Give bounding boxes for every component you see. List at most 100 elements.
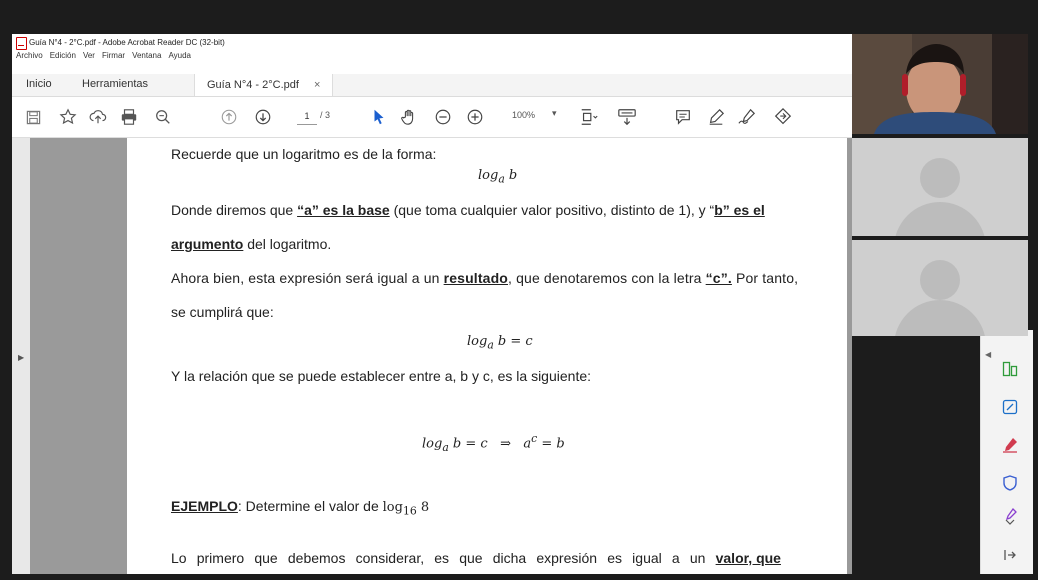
more-tools-icon[interactable]: [1001, 508, 1019, 526]
pdf-page: Recuerde que un logaritmo es de la forma…: [127, 138, 847, 574]
p2-arg-emphasis: b” es el: [714, 202, 765, 218]
p4-letter-c: “c”.: [705, 270, 732, 286]
paragraph-1: Recuerde que un logaritmo es de la forma…: [171, 146, 437, 162]
sign-icon[interactable]: [736, 106, 758, 128]
page-total: / 3: [320, 110, 331, 120]
menu-firmar[interactable]: Firmar: [102, 51, 125, 63]
pdf-app-icon: [16, 37, 27, 50]
fill-sign-icon[interactable]: [1001, 436, 1019, 454]
print-icon[interactable]: [118, 106, 140, 128]
menu-archivo[interactable]: Archivo: [16, 51, 43, 63]
title-bar: Guía N°4 - 2°C.pdf - Adobe Acrobat Reade…: [12, 34, 852, 52]
document-viewer[interactable]: ▶ Recuerde que un logaritmo es de la for…: [12, 138, 852, 574]
select-cursor-icon[interactable]: [368, 106, 390, 128]
avatar-head-icon: [920, 260, 960, 300]
tab-bar: Inicio Herramientas Guía N°4 - 2°C.pdf ×: [12, 74, 852, 97]
p2-text-a: Donde diremos que “a” es la base (que to…: [171, 202, 765, 218]
menu-ventana[interactable]: Ventana: [132, 51, 161, 63]
star-icon[interactable]: [57, 106, 79, 128]
page-fit-icon[interactable]: [578, 106, 600, 128]
formula-3-middle: b = c ⇒ a: [448, 436, 532, 452]
avatar-body-icon: [894, 202, 986, 236]
keyboard-tool-icon[interactable]: [616, 106, 638, 128]
menu-bar: Archivo Edición Ver Firmar Ventana Ayuda: [12, 51, 191, 63]
paragraph-7: Lo primero que debemos considerar, es qu…: [171, 550, 781, 566]
search-icon[interactable]: [152, 106, 174, 128]
avatar-head-icon: [920, 158, 960, 198]
p7-word: debemos: [287, 550, 346, 566]
formula-log-form: loga b: [478, 168, 517, 186]
save-icon[interactable]: [22, 106, 44, 128]
edit-pdf-icon[interactable]: [1001, 398, 1019, 416]
p7-word: dicha: [492, 550, 527, 566]
collapse-pane-icon[interactable]: ◀: [985, 350, 991, 359]
p4-part-e: Por tanto,: [731, 270, 799, 286]
formula-1-arg: b: [504, 168, 518, 183]
example-arg: 8: [416, 500, 430, 515]
formula-2-rest: b = c: [493, 334, 533, 349]
example-formula: log16 8: [382, 500, 430, 518]
right-tools-pane: ◀: [980, 330, 1033, 574]
example-log: log: [382, 500, 403, 515]
example-base: 16: [402, 504, 417, 518]
organize-pages-icon[interactable]: [1001, 360, 1019, 378]
p7-word: un: [689, 550, 706, 566]
paragraph-3: argumento del logaritmo.: [171, 236, 331, 252]
participant-tile-1[interactable]: [852, 138, 1028, 236]
paragraph-2: Donde diremos que “a” es la base (que to…: [171, 202, 781, 218]
paragraph-6: Y la relación que se puede establecer en…: [171, 368, 592, 384]
menu-edicion[interactable]: Edición: [50, 51, 76, 63]
p2-part-c: (que toma cualquier valor positivo, dist…: [389, 202, 715, 218]
zoom-out-icon[interactable]: [432, 106, 454, 128]
expand-arrow-icon[interactable]: ▶: [18, 353, 24, 362]
p4-resultado: resultado: [443, 270, 508, 286]
formula-log-equals-c: loga b = c: [467, 334, 533, 352]
p7-word: es: [607, 550, 623, 566]
webcam-feed: [852, 34, 1028, 134]
avatar-body-icon: [894, 300, 986, 336]
share-tag-icon[interactable]: [772, 106, 794, 128]
window-title: Guía N°4 - 2°C.pdf - Adobe Acrobat Reade…: [29, 38, 225, 47]
p7-word: expresión: [536, 550, 598, 566]
screen-top-bezel: [0, 0, 1038, 34]
p3-text: del logaritmo.: [243, 236, 332, 252]
acrobat-window: Guía N°4 - 2°C.pdf - Adobe Acrobat Reade…: [12, 34, 852, 574]
p4-part-c: , que denotaremos con la letra: [508, 270, 706, 286]
tab-document-label: Guía N°4 - 2°C.pdf: [207, 79, 299, 91]
tab-document[interactable]: Guía N°4 - 2°C.pdf ×: [194, 74, 334, 96]
pen-icon[interactable]: [705, 106, 727, 128]
tab-close-icon[interactable]: ×: [314, 79, 320, 91]
menu-ver[interactable]: Ver: [83, 51, 95, 63]
previous-page-icon[interactable]: [218, 106, 240, 128]
participant-tile-2[interactable]: [852, 240, 1028, 336]
tab-inicio[interactable]: Inicio: [26, 78, 52, 90]
tab-herramientas[interactable]: Herramientas: [82, 78, 148, 90]
page-number-input[interactable]: 1: [297, 108, 317, 125]
p7-word: que: [459, 550, 483, 566]
zoom-level[interactable]: 100%: [512, 110, 535, 120]
p7-word: considerar,: [355, 550, 425, 566]
hand-tool-icon[interactable]: [398, 106, 420, 128]
p7-word: es: [434, 550, 450, 566]
expand-pane-icon[interactable]: [1001, 546, 1019, 564]
webcam-person-image: [852, 34, 1028, 134]
zoom-in-icon[interactable]: [464, 106, 486, 128]
toolbar: 1 / 3 100% ▾: [12, 97, 852, 138]
protect-shield-icon[interactable]: [1001, 474, 1019, 492]
p2-part-a: Donde diremos que: [171, 202, 298, 218]
p3-argumento: argumento: [171, 236, 244, 252]
formula-2-log: log: [467, 334, 488, 349]
next-page-icon[interactable]: [252, 106, 274, 128]
left-panel-toggle[interactable]: ▶: [12, 138, 30, 574]
p2-base-emphasis: “a” es la base: [297, 202, 390, 218]
zoom-dropdown-caret[interactable]: ▾: [552, 108, 557, 119]
formula-relation: loga b = c ⇒ ac = b: [422, 432, 565, 454]
formula-3-end: = b: [537, 436, 565, 452]
menu-ayuda[interactable]: Ayuda: [168, 51, 191, 63]
paragraph-5: se cumplirá que:: [171, 304, 274, 320]
example-label: EJEMPLO: [171, 498, 238, 514]
paragraph-4: Ahora bien, esta expresión será igual a …: [171, 270, 798, 286]
upload-icon[interactable]: [87, 106, 109, 128]
p7-valor-que: valor, que: [715, 550, 781, 566]
comment-icon[interactable]: [672, 106, 694, 128]
